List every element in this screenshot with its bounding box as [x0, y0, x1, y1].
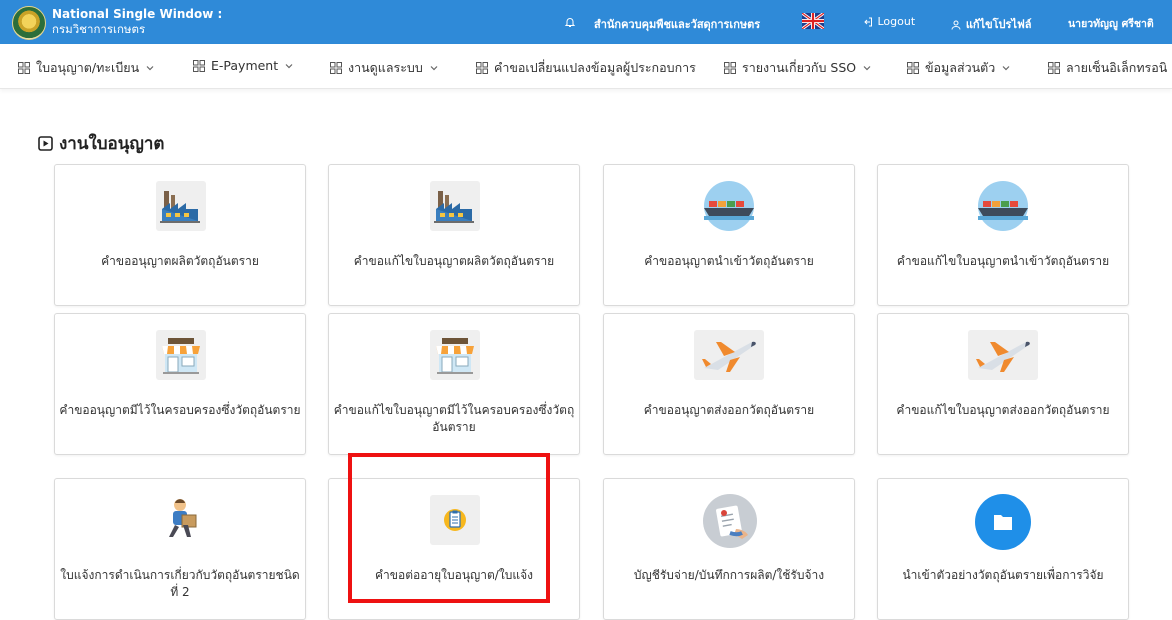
card-produce-license-edit[interactable]: คำขอแก้ไขใบอนุญาตผลิตวัตถุอันตราย — [328, 164, 580, 306]
user-icon — [951, 20, 961, 30]
factory-icon — [156, 181, 206, 231]
grid-icon — [330, 62, 342, 74]
grid-icon — [907, 62, 919, 74]
brand-subtitle: กรมวิชาการเกษตร — [52, 22, 146, 36]
card-label: คำขออนุญาตมีไว้ในครอบครองซึ่งวัตถุอันตรา… — [59, 403, 301, 417]
edit-profile-label: แก้ไขโปรไฟล์ — [965, 18, 1032, 31]
card-label: ใบแจ้งการดำเนินการเกี่ยวกับวัตถุอันตรายช… — [60, 568, 300, 599]
card-label: บัญชีรับจ่าย/บันทึกการผลิต/ใช้รับจ้าง — [633, 568, 825, 582]
card-import-license-edit[interactable]: คำขอแก้ไขใบอนุญาตนำเข้าวัตถุอันตราย — [877, 164, 1129, 306]
card-possession-license-edit[interactable]: คำขอแก้ไขใบอนุญาตมีไว้ในครอบครองซึ่งวัตถ… — [328, 313, 580, 455]
chevron-down-icon — [285, 63, 293, 68]
card-possession-license[interactable]: คำขออนุญาตมีไว้ในครอบครองซึ่งวัตถุอันตรา… — [54, 313, 306, 455]
grid-icon — [1048, 62, 1060, 74]
menu-label: E-Payment — [211, 58, 279, 73]
notification-bell-icon[interactable] — [564, 15, 576, 28]
chevron-down-icon — [1002, 66, 1010, 71]
menu-sso-reports[interactable]: รายงานเกี่ยวกับ SSO — [724, 58, 872, 78]
menu-admin[interactable]: งานดูแลระบบ — [330, 58, 439, 78]
highlight-box — [348, 453, 550, 603]
card-accounts-records[interactable]: บัญชีรับจ่าย/บันทึกการผลิต/ใช้รับจ้าง — [603, 478, 855, 620]
logout-icon — [864, 17, 872, 27]
menu-label: รายงานเกี่ยวกับ SSO — [742, 60, 857, 75]
section-title-text: งานใบอนุญาต — [59, 134, 165, 154]
grid-icon — [724, 62, 736, 74]
grid-icon — [18, 62, 30, 74]
grid-icon — [476, 62, 488, 74]
card-export-license-edit[interactable]: คำขอแก้ไขใบอนุญาตส่งออกวัตถุอันตราย — [877, 313, 1129, 455]
main-menu: ใบอนุญาต/ทะเบียน E-Payment งานดูแลระบบ ค… — [0, 44, 1172, 89]
grid-icon — [193, 59, 205, 72]
card-label: คำขออนุญาตผลิตวัตถุอันตราย — [101, 254, 259, 268]
play-square-icon — [38, 136, 53, 151]
menu-label: คำขอเปลี่ยนแปลงข้อมูลผู้ประกอบการ — [494, 60, 696, 75]
card-label: คำขอแก้ไขใบอนุญาตนำเข้าวัตถุอันตราย — [896, 254, 1110, 268]
chevron-down-icon — [863, 66, 871, 71]
menu-licenses[interactable]: ใบอนุญาต/ทะเบียน — [18, 58, 155, 78]
card-import-license[interactable]: คำขออนุญาตนำเข้าวัตถุอันตราย — [603, 164, 855, 306]
user-name[interactable]: นายวทัญญู ศรีชาติ — [1068, 15, 1154, 32]
department-logo-icon[interactable] — [12, 6, 46, 40]
logout-label: Logout — [877, 15, 916, 28]
airplane-icon — [694, 330, 764, 380]
edit-profile-link[interactable]: แก้ไขโปรไฟล์ — [950, 15, 1032, 33]
card-type2-notification[interactable]: ใบแจ้งการดำเนินการเกี่ยวกับวัตถุอันตรายช… — [54, 478, 306, 620]
card-label: คำขอแก้ไขใบอนุญาตผลิตวัตถุอันตราย — [353, 254, 555, 268]
chevron-down-icon — [146, 66, 154, 71]
top-bar: National Single Window : กรมวิชาการเกษตร… — [0, 0, 1172, 44]
card-label: คำขอแก้ไขใบอนุญาตส่งออกวัตถุอันตราย — [896, 403, 1110, 417]
chevron-down-icon — [430, 66, 438, 71]
card-label: นำเข้าตัวอย่างวัตถุอันตรายเพื่อการวิจัย — [902, 568, 1104, 582]
menu-label: ใบอนุญาต/ทะเบียน — [36, 60, 140, 75]
store-icon — [430, 330, 480, 380]
store-icon — [156, 330, 206, 380]
menu-label: ข้อมูลส่วนตัว — [925, 60, 996, 75]
menu-label: งานดูแลระบบ — [348, 60, 423, 75]
card-export-license[interactable]: คำขออนุญาตส่งออกวัตถุอันตราย — [603, 313, 855, 455]
brand[interactable]: National Single Window : กรมวิชาการเกษตร — [52, 7, 222, 37]
menu-e-signature[interactable]: ลายเซ็นอิเล็กทรอนิ — [1048, 58, 1172, 78]
section-title: งานใบอนุญาต — [38, 130, 164, 157]
document-hand-icon — [700, 493, 760, 549]
menu-operator-change-request[interactable]: คำขอเปลี่ยนแปลงข้อมูลผู้ประกอบการ — [476, 58, 696, 78]
cargo-ship-icon — [694, 181, 764, 231]
english-flag-icon[interactable] — [802, 13, 824, 29]
cargo-ship-icon — [968, 181, 1038, 231]
menu-label: ลายเซ็นอิเล็กทรอนิ — [1066, 60, 1168, 75]
logout-link[interactable]: Logout — [862, 15, 915, 28]
airplane-icon — [968, 330, 1038, 380]
menu-personal-info[interactable]: ข้อมูลส่วนตัว — [907, 58, 1011, 78]
brand-title: National Single Window : — [52, 7, 223, 21]
office-name: สำนักควบคุมพืชและวัสดุการเกษตร — [594, 18, 761, 31]
card-label: คำขอแก้ไขใบอนุญาตมีไว้ในครอบครองซึ่งวัตถ… — [333, 403, 575, 434]
card-produce-license[interactable]: คำขออนุญาตผลิตวัตถุอันตราย — [54, 164, 306, 306]
factory-icon — [430, 181, 480, 231]
card-import-research-samples[interactable]: นำเข้าตัวอย่างวัตถุอันตรายเพื่อการวิจัย — [877, 478, 1129, 620]
menu-epayment[interactable]: E-Payment — [193, 58, 294, 73]
delivery-man-icon — [156, 495, 206, 545]
card-label: คำขออนุญาตส่งออกวัตถุอันตราย — [643, 403, 815, 417]
card-label: คำขออนุญาตนำเข้าวัตถุอันตราย — [644, 254, 814, 268]
folder-icon — [974, 493, 1032, 551]
